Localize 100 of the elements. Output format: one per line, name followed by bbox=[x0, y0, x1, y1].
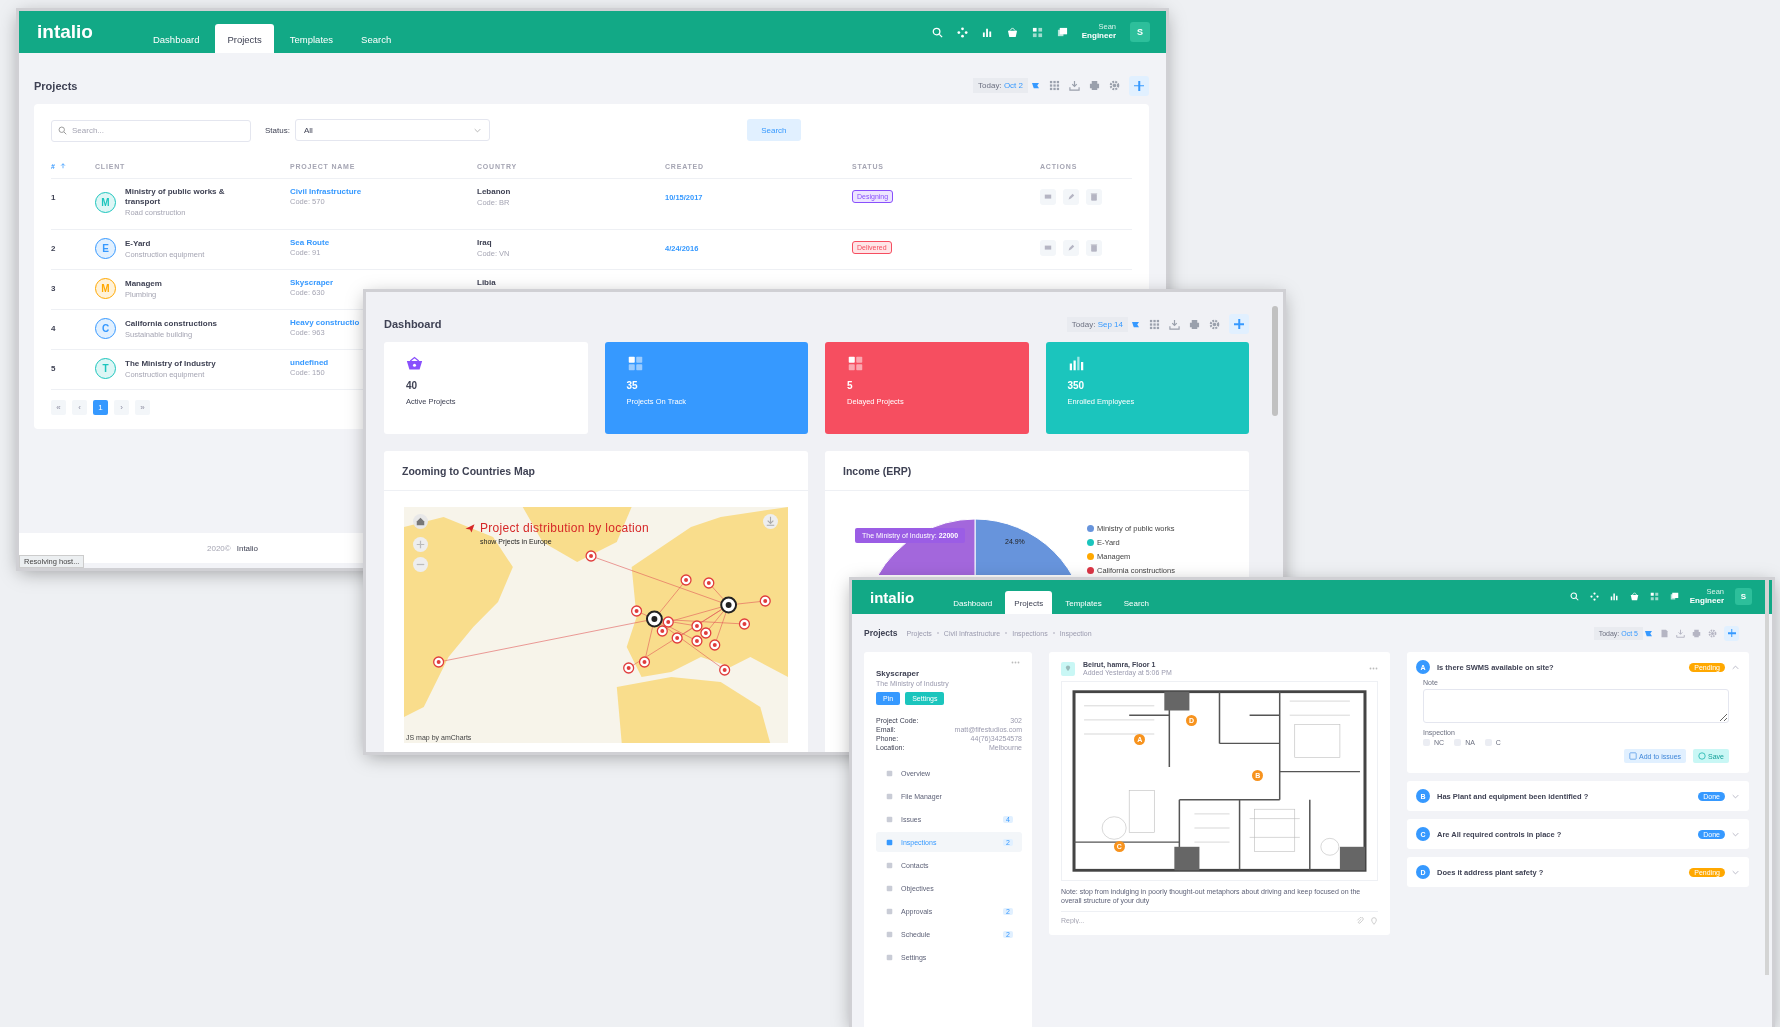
project-link[interactable]: Sea Route bbox=[290, 238, 330, 247]
map-marker[interactable] bbox=[759, 595, 771, 607]
search-icon[interactable] bbox=[1569, 592, 1579, 602]
map-marker[interactable] bbox=[656, 625, 668, 637]
project-link[interactable]: Civil Infrastructure bbox=[290, 187, 362, 196]
map-marker[interactable] bbox=[638, 656, 651, 668]
view-button[interactable] bbox=[1040, 189, 1056, 205]
settings-icon[interactable] bbox=[1708, 628, 1717, 638]
document-icon[interactable] bbox=[1660, 628, 1669, 638]
edit-button[interactable] bbox=[1063, 240, 1079, 256]
map-marker[interactable] bbox=[719, 664, 731, 676]
print-icon[interactable] bbox=[1189, 318, 1200, 330]
today-date[interactable]: Today: Sep 14 bbox=[1066, 316, 1128, 332]
dots-icon[interactable] bbox=[1589, 592, 1599, 602]
grid-icon[interactable] bbox=[1049, 80, 1060, 91]
project-link[interactable]: Skyscraper bbox=[290, 278, 334, 287]
download-icon[interactable] bbox=[1676, 628, 1685, 638]
settings-icon[interactable] bbox=[1109, 80, 1120, 91]
basket-icon[interactable] bbox=[1629, 592, 1639, 602]
download-icon[interactable] bbox=[1069, 80, 1080, 91]
map-marker[interactable] bbox=[631, 605, 643, 617]
map-marker[interactable] bbox=[433, 656, 445, 668]
map-marker[interactable] bbox=[700, 627, 712, 639]
delete-button[interactable] bbox=[1086, 240, 1102, 256]
chevron-icon[interactable] bbox=[1732, 869, 1739, 875]
paperclip-icon[interactable] bbox=[1356, 916, 1364, 925]
nav-tab[interactable]: Dashboard bbox=[140, 24, 212, 53]
map-marker[interactable] bbox=[585, 550, 597, 562]
home-icon[interactable] bbox=[413, 514, 428, 529]
square-icon bbox=[886, 884, 893, 892]
pencil-icon bbox=[1067, 193, 1075, 201]
map-marker[interactable] bbox=[691, 620, 703, 632]
map-marker[interactable] bbox=[703, 577, 715, 589]
grid-icon[interactable] bbox=[1031, 26, 1043, 38]
nav-tab[interactable]: Search bbox=[1114, 591, 1159, 614]
zoom-in-icon[interactable] bbox=[413, 537, 428, 552]
nav-tab[interactable]: Projects bbox=[1005, 591, 1053, 614]
delete-button[interactable] bbox=[1086, 189, 1102, 205]
chevron-icon[interactable] bbox=[1732, 831, 1739, 837]
chat-icon[interactable] bbox=[1669, 592, 1679, 602]
page-button[interactable]: › bbox=[114, 400, 129, 415]
project-link[interactable]: Heavy constructio bbox=[290, 318, 360, 327]
map-marker[interactable] bbox=[671, 632, 683, 644]
flag-icon[interactable] bbox=[1031, 82, 1040, 89]
page-button[interactable]: 1 bbox=[93, 400, 108, 415]
chevron-icon[interactable] bbox=[1732, 793, 1739, 799]
scrollbar[interactable] bbox=[1765, 580, 1769, 975]
print-icon[interactable] bbox=[1692, 628, 1701, 638]
view-button[interactable] bbox=[1040, 240, 1056, 256]
user-avatar[interactable]: S bbox=[1130, 22, 1150, 42]
basket-icon[interactable] bbox=[1006, 26, 1018, 38]
hub-marker[interactable] bbox=[720, 596, 738, 614]
add-button[interactable] bbox=[1724, 625, 1739, 641]
hub-marker[interactable] bbox=[645, 610, 663, 628]
nav-tab[interactable]: Dashboard bbox=[944, 591, 1002, 614]
scrollbar[interactable] bbox=[1272, 306, 1278, 416]
page-button[interactable]: « bbox=[51, 400, 66, 415]
bar-chart-icon[interactable] bbox=[1609, 592, 1619, 602]
note-field[interactable] bbox=[1423, 689, 1729, 723]
chat-icon[interactable] bbox=[1056, 26, 1068, 38]
map-marker[interactable] bbox=[691, 635, 703, 647]
nav-tab[interactable]: Search bbox=[349, 24, 404, 53]
map-marker[interactable] bbox=[623, 662, 635, 674]
footer-brand-link[interactable]: Intalio bbox=[236, 543, 259, 553]
map-marker[interactable] bbox=[738, 618, 751, 630]
client-name: Ministry of public works & transport bbox=[125, 187, 226, 207]
project-link[interactable]: undefined bbox=[290, 358, 329, 367]
sort-arrow-icon[interactable] bbox=[59, 163, 66, 169]
nav-tab[interactable]: Templates bbox=[277, 24, 346, 53]
nav-tab[interactable]: Templates bbox=[1056, 591, 1111, 614]
status-dropdown[interactable]: All bbox=[294, 119, 490, 141]
settings-icon[interactable] bbox=[1209, 318, 1220, 330]
row-number: 5 bbox=[51, 364, 57, 373]
search-button[interactable]: Search bbox=[746, 119, 801, 141]
map-marker[interactable] bbox=[709, 639, 721, 651]
grid-icon[interactable] bbox=[1149, 318, 1160, 330]
grid-icon[interactable] bbox=[1649, 592, 1659, 602]
map-marker[interactable] bbox=[680, 574, 692, 586]
flag-icon[interactable] bbox=[1644, 629, 1653, 637]
add-button[interactable] bbox=[1129, 75, 1149, 96]
download-icon[interactable] bbox=[763, 514, 778, 529]
dots-icon[interactable] bbox=[956, 26, 968, 38]
user-avatar[interactable]: S bbox=[1735, 588, 1752, 606]
search-field[interactable]: Search... bbox=[51, 119, 251, 142]
edit-button[interactable] bbox=[1063, 189, 1079, 205]
today-date[interactable]: Today: Oct 2 bbox=[973, 78, 1028, 93]
bar-chart-icon[interactable] bbox=[981, 26, 993, 38]
page-button[interactable]: » bbox=[135, 400, 150, 415]
location-pin-icon[interactable] bbox=[1370, 916, 1378, 925]
flag-icon[interactable] bbox=[1131, 320, 1140, 328]
chevron-icon[interactable] bbox=[1732, 664, 1739, 670]
add-button[interactable] bbox=[1229, 314, 1249, 334]
zoom-out-icon[interactable] bbox=[413, 557, 428, 572]
client-name: The Ministry of Industry bbox=[125, 358, 216, 369]
download-icon[interactable] bbox=[1169, 318, 1180, 330]
page-button[interactable]: ‹ bbox=[72, 400, 87, 415]
nav-tab[interactable]: Projects bbox=[215, 24, 274, 53]
stat-value: 5 bbox=[847, 380, 853, 391]
search-icon[interactable] bbox=[931, 26, 943, 38]
print-icon[interactable] bbox=[1089, 80, 1100, 91]
